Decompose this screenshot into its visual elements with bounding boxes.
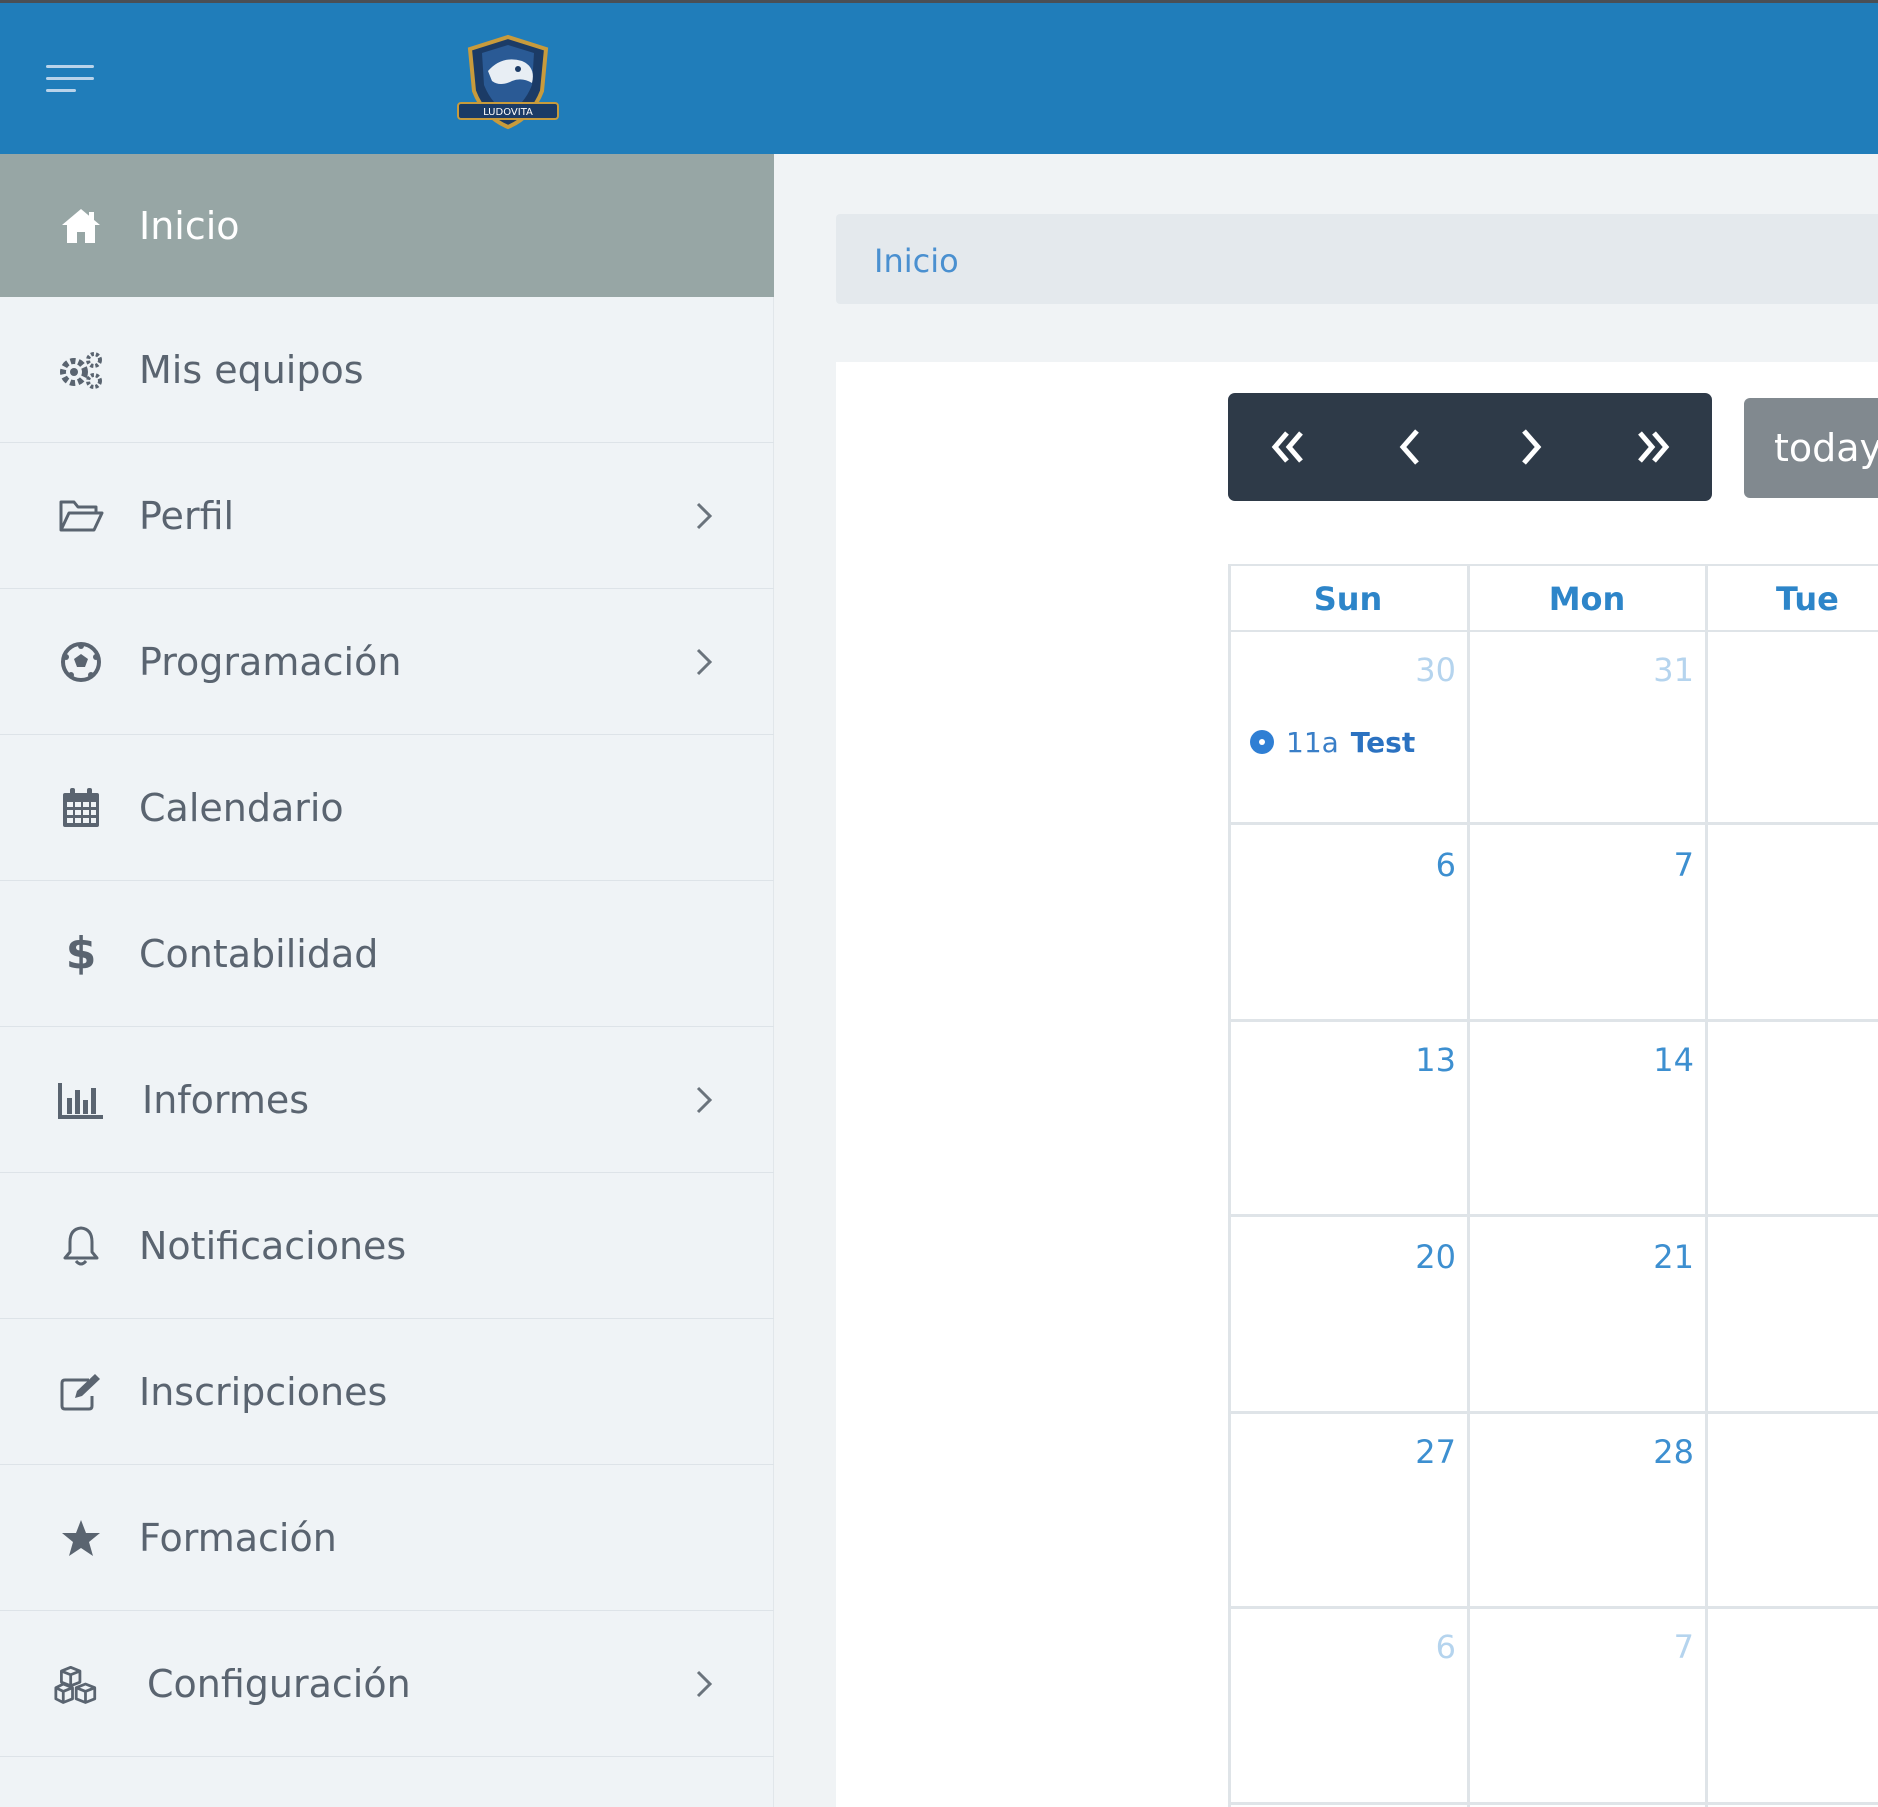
- grid-line: [1228, 1411, 1878, 1414]
- prev-button[interactable]: [1349, 393, 1470, 501]
- weekday-header-mon: Mon: [1548, 580, 1626, 618]
- chevron-left-icon: [1399, 429, 1419, 465]
- chevron-right-icon: [696, 1086, 713, 1113]
- sidebar-item-informes[interactable]: Informes: [0, 1027, 774, 1173]
- chevron-right-icon: [696, 1670, 713, 1697]
- month-calendar: Sun Mon Tue 30 31 11a Test 6 7 13 14 20 …: [1228, 564, 1878, 1807]
- sidebar: Inicio Mis equipos Perfil Programación C…: [0, 154, 774, 1807]
- breadcrumb: Inicio: [836, 214, 1878, 304]
- sidebar-item-mis-equipos[interactable]: Mis equipos: [0, 297, 774, 443]
- calendar-nav-button-group: [1228, 393, 1712, 501]
- grid-line: [1228, 1802, 1878, 1805]
- logo-text: LUDOVITA: [483, 107, 533, 118]
- day-number[interactable]: 7: [1634, 1628, 1694, 1666]
- star-icon: [56, 1513, 106, 1563]
- top-navbar: LUDOVITA: [0, 0, 1878, 154]
- grid-line: [1228, 564, 1231, 1807]
- weekday-header-sun: Sun: [1313, 580, 1383, 618]
- bar-chart-icon: [56, 1075, 106, 1125]
- sidebar-item-programacion[interactable]: Programación: [0, 589, 774, 735]
- grid-line: [1228, 1019, 1878, 1022]
- day-number[interactable]: 14: [1634, 1041, 1694, 1079]
- calendar-event[interactable]: 11a Test: [1250, 724, 1415, 760]
- dollar-icon: $: [65, 928, 97, 979]
- sidebar-item-label: Notificaciones: [139, 1223, 407, 1268]
- folder-open-icon: [56, 491, 106, 541]
- grid-line: [1705, 564, 1708, 1807]
- day-number[interactable]: 28: [1634, 1433, 1694, 1471]
- chevron-right-icon: [696, 502, 713, 529]
- soccer-ball-icon: [56, 637, 106, 687]
- day-number[interactable]: 7: [1634, 846, 1694, 884]
- day-number[interactable]: 27: [1396, 1433, 1456, 1471]
- day-number[interactable]: 31: [1634, 651, 1694, 689]
- breadcrumb-item-inicio[interactable]: Inicio: [874, 242, 959, 280]
- cubes-icon: [54, 1659, 104, 1709]
- sidebar-toggle-icon[interactable]: [46, 65, 98, 97]
- day-number[interactable]: 30: [1396, 651, 1456, 689]
- grid-line: [1467, 564, 1470, 1807]
- next-button[interactable]: [1470, 393, 1591, 501]
- grid-line: [1228, 822, 1878, 825]
- prev-year-button[interactable]: [1228, 393, 1349, 501]
- sidebar-item-formacion[interactable]: Formación: [0, 1465, 774, 1611]
- sidebar-item-calendario[interactable]: Calendario: [0, 735, 774, 881]
- double-chevron-right-icon: [1637, 431, 1669, 463]
- sidebar-item-label: Contabilidad: [139, 931, 379, 976]
- day-number[interactable]: 6: [1396, 846, 1456, 884]
- chevron-right-icon: [1521, 429, 1541, 465]
- sidebar-item-perfil[interactable]: Perfil: [0, 443, 774, 589]
- day-number[interactable]: 6: [1396, 1628, 1456, 1666]
- home-icon: [56, 201, 106, 251]
- sidebar-item-configuracion[interactable]: Configuración: [0, 1611, 774, 1757]
- sidebar-item-label: Calendario: [139, 785, 344, 830]
- sidebar-item-label: Configuración: [147, 1661, 411, 1706]
- sidebar-item-inscripciones[interactable]: Inscripciones: [0, 1319, 774, 1465]
- sidebar-item-inicio[interactable]: Inicio: [0, 154, 774, 297]
- day-number[interactable]: 13: [1396, 1041, 1456, 1079]
- sidebar-item-label: Formación: [139, 1515, 337, 1560]
- calendar-icon: [56, 783, 106, 833]
- calendar-header-row: Sun Mon Tue: [1228, 564, 1878, 632]
- sidebar-item-label: Perfil: [139, 493, 235, 538]
- edit-icon: [56, 1367, 106, 1417]
- brand-logo[interactable]: LUDOVITA: [452, 31, 564, 135]
- sidebar-item-label: Mis equipos: [139, 347, 364, 392]
- sidebar-item-label: Inicio: [139, 203, 240, 248]
- event-title: Test: [1350, 725, 1416, 759]
- next-year-button[interactable]: [1591, 393, 1712, 501]
- sidebar-item-label: Programación: [139, 639, 402, 684]
- sidebar-item-label: Informes: [142, 1077, 310, 1122]
- event-dot-icon: [1250, 730, 1274, 754]
- event-time: 11a: [1286, 725, 1339, 759]
- grid-line: [1228, 1214, 1878, 1217]
- day-number[interactable]: 20: [1396, 1238, 1456, 1276]
- sidebar-item-label: Inscripciones: [139, 1369, 388, 1414]
- chevron-right-icon: [696, 648, 713, 675]
- weekday-header-tue: Tue: [1776, 580, 1839, 618]
- sidebar-item-notificaciones[interactable]: Notificaciones: [0, 1173, 774, 1319]
- day-number[interactable]: 21: [1634, 1238, 1694, 1276]
- gears-icon: [56, 345, 106, 395]
- grid-line: [1228, 1606, 1878, 1609]
- double-chevron-left-icon: [1271, 431, 1303, 463]
- bell-icon: [56, 1221, 106, 1271]
- sidebar-item-contabilidad[interactable]: $ Contabilidad: [0, 881, 774, 1027]
- today-button[interactable]: today: [1744, 398, 1878, 498]
